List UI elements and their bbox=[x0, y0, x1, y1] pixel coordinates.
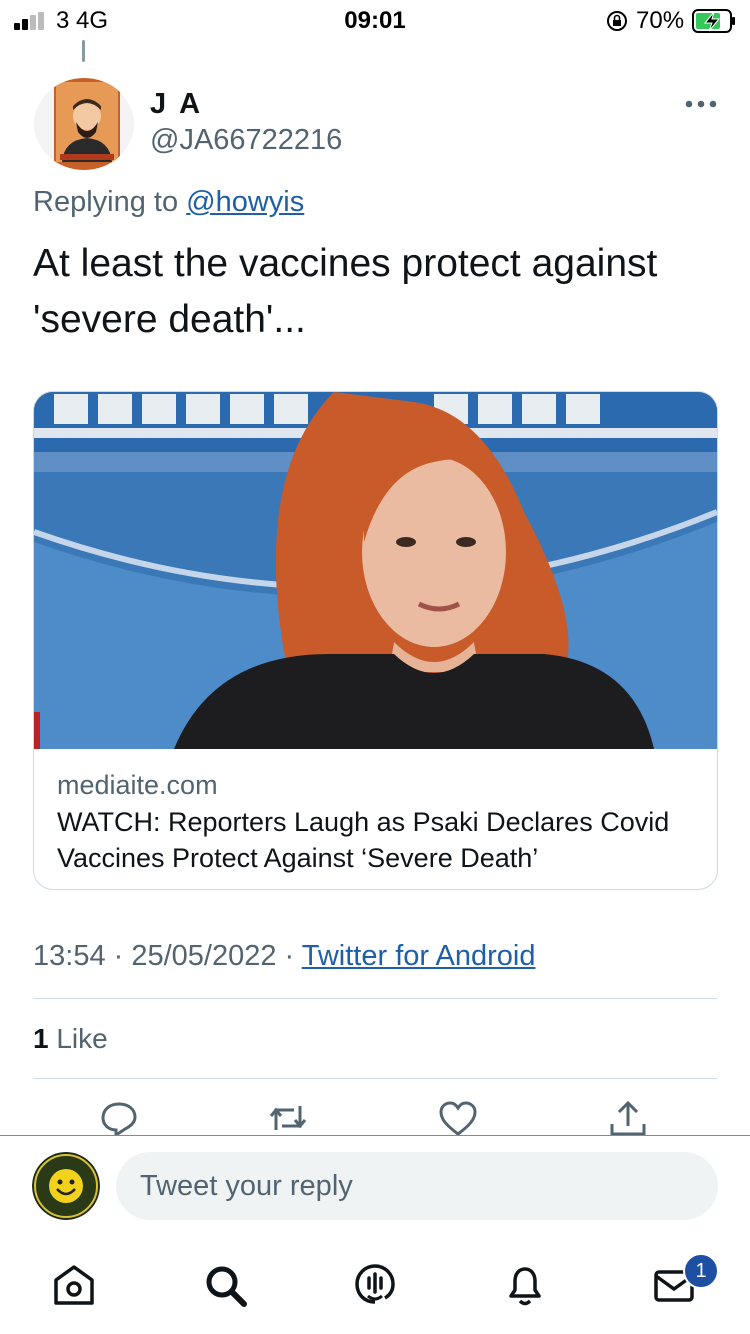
retweet-icon[interactable] bbox=[268, 1100, 308, 1136]
likes-number: 1 bbox=[33, 1023, 49, 1054]
smiley-badge-avatar[interactable] bbox=[32, 1152, 100, 1220]
replying-to-prefix: Replying to bbox=[33, 186, 187, 218]
replying-to-link[interactable]: @howyis bbox=[186, 186, 304, 218]
reply-placeholder: Tweet your reply bbox=[140, 1170, 353, 1202]
home-icon[interactable] bbox=[51, 1262, 97, 1308]
rotation-lock-icon bbox=[607, 11, 627, 31]
author-avatar[interactable] bbox=[34, 78, 134, 170]
divider bbox=[33, 1078, 717, 1079]
notifications-icon[interactable] bbox=[502, 1262, 548, 1308]
likes-label: Like bbox=[48, 1023, 108, 1054]
author-portrait-avatar bbox=[54, 78, 120, 170]
more-options-icon[interactable] bbox=[684, 96, 718, 112]
scroll-indicator bbox=[82, 40, 85, 62]
status-bar: 3 4G 09:01 70% bbox=[0, 0, 750, 44]
tweet-timestamp: 13:54 · 25/05/2022 · bbox=[33, 940, 302, 972]
replying-to: Replying to @howyis bbox=[33, 186, 304, 219]
spaces-icon[interactable] bbox=[352, 1262, 398, 1308]
card-title: WATCH: Reporters Laugh as Psaki Declares… bbox=[57, 807, 670, 873]
search-icon[interactable] bbox=[202, 1262, 248, 1308]
author-handle[interactable]: @JA66722216 bbox=[150, 124, 342, 157]
messages-badge: 1 bbox=[683, 1253, 719, 1289]
link-preview-card[interactable]: mediaite.com WATCH: Reporters Laugh as P… bbox=[33, 391, 718, 890]
share-icon[interactable] bbox=[608, 1100, 648, 1136]
tweet-meta: 13:54 · 25/05/2022 · Twitter for Android bbox=[33, 940, 535, 973]
card-domain: mediaite.com bbox=[57, 770, 218, 800]
battery-charging-icon bbox=[692, 9, 735, 33]
tweet-source-link[interactable]: Twitter for Android bbox=[302, 940, 536, 972]
author-name[interactable]: J A bbox=[150, 88, 203, 121]
press-briefing-photo bbox=[34, 392, 717, 749]
likes-count[interactable]: 1 Like bbox=[33, 1023, 108, 1055]
reply-icon[interactable] bbox=[99, 1100, 139, 1136]
battery-percent: 70% bbox=[636, 7, 685, 34]
like-icon[interactable] bbox=[438, 1100, 478, 1136]
tweet-text: At least the vaccines protect against 's… bbox=[33, 242, 658, 341]
divider bbox=[33, 998, 717, 999]
